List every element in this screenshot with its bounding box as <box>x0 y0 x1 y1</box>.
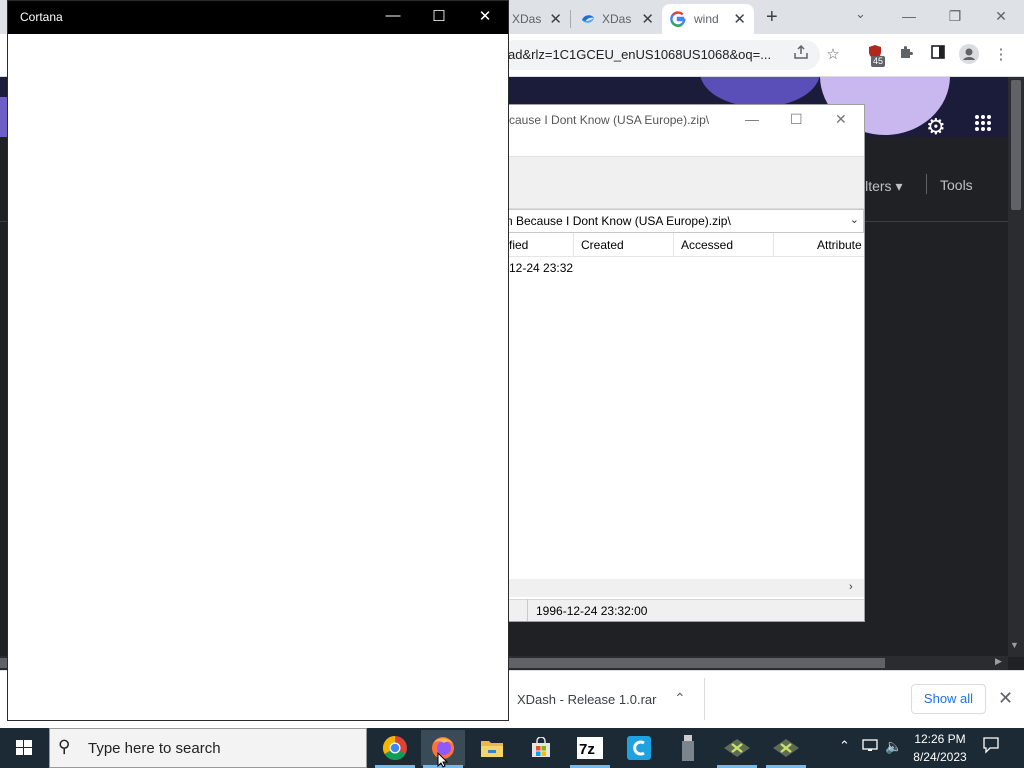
tab-close-icon[interactable]: ✕ <box>549 10 562 28</box>
tab-xdash-1[interactable]: XDas ✕ <box>504 4 570 34</box>
tab-close-icon[interactable]: ✕ <box>641 10 654 28</box>
7zip-horizontal-scrollbar[interactable] <box>501 579 864 597</box>
tab-label: wind <box>694 12 719 26</box>
tab-xdash-2[interactable]: XDas ✕ <box>572 4 662 34</box>
close-downloads-bar-icon[interactable]: ✕ <box>998 688 1013 709</box>
chrome-menu-icon[interactable]: ⋮ <box>990 44 1012 66</box>
column-divider[interactable] <box>773 233 774 257</box>
chrome-close-button[interactable]: ✕ <box>978 4 1024 28</box>
google-apps-icon[interactable] <box>974 114 992 138</box>
taskbar-file-explorer-button[interactable] <box>470 730 514 766</box>
xdash-favicon-icon <box>582 15 594 23</box>
toolbar-divider <box>926 174 927 194</box>
bookmark-star-icon[interactable]: ☆ <box>822 44 844 66</box>
volume-icon[interactable]: 🔈 <box>885 738 902 755</box>
status-divider <box>527 599 528 621</box>
download-file-name[interactable]: XDash - Release 1.0.rar <box>517 692 656 707</box>
side-panel-icon[interactable] <box>927 44 949 66</box>
taskbar-xbox-app-button[interactable] <box>715 730 759 766</box>
chrome-icon <box>382 736 407 761</box>
7zip-window-title: cause I Dont Know (USA Europe).zip\ <box>509 113 710 127</box>
svg-text:7z: 7z <box>579 741 595 758</box>
cortana-window-title: Cortana <box>20 10 63 24</box>
7zip-maximize-button[interactable]: ☐ <box>790 111 803 128</box>
file-explorer-icon <box>481 741 503 757</box>
usb-drive-icon <box>682 735 694 761</box>
cortana-window: Cortana — ☐ ✕ <box>7 0 509 721</box>
profile-avatar-icon[interactable] <box>958 44 980 66</box>
taskbar-7zip-button[interactable]: 7z <box>568 730 612 766</box>
extension-badge: 45 <box>871 56 886 67</box>
7zip-minimize-button[interactable]: — <box>745 111 759 127</box>
tab-close-icon[interactable]: ✕ <box>733 10 746 28</box>
network-icon[interactable] <box>862 738 878 755</box>
7zip-icon: 7z <box>577 737 603 759</box>
tab-label: XDas <box>512 12 542 26</box>
chevron-down-icon[interactable]: ⌄ <box>850 213 859 226</box>
cortana-title-bar[interactable]: Cortana — ☐ ✕ <box>8 1 508 34</box>
column-header-created[interactable]: Created <box>581 238 624 252</box>
cortana-close-button[interactable]: ✕ <box>470 7 500 25</box>
address-bar[interactable]: ad&rlz=1C1GCEU_enUS1068US1068&oq=... <box>500 40 820 70</box>
scroll-right-arrow-icon[interactable]: › <box>849 581 853 593</box>
vertical-scroll-thumb[interactable] <box>1011 80 1021 210</box>
tab-search-chevron-icon[interactable]: ⌄ <box>855 6 866 22</box>
clock-time[interactable]: 12:26 PM <box>912 732 968 746</box>
taskbar-xbox-app-button[interactable] <box>764 730 808 766</box>
7zip-close-button[interactable]: ✕ <box>835 111 847 128</box>
7zip-path-value: n Because I Dont Know (USA Europe).zip\ <box>506 214 731 228</box>
share-icon[interactable] <box>790 44 812 66</box>
download-chevron-icon[interactable]: ⌃ <box>674 690 686 707</box>
cortana-minimize-button[interactable]: — <box>378 7 408 24</box>
action-center-icon[interactable] <box>982 736 1000 759</box>
7zip-menu-bar <box>501 135 864 157</box>
taskbar-chrome-button[interactable] <box>373 730 417 766</box>
google-favicon-icon <box>670 11 686 27</box>
chrome-restore-button[interactable]: ❐ <box>932 4 978 28</box>
7zip-column-headers: fied Created Accessed Attribute <box>501 233 864 257</box>
tab-divider <box>570 10 571 28</box>
taskbar-ccleaner-button[interactable] <box>617 730 661 766</box>
chrome-minimize-button[interactable]: — <box>886 4 932 28</box>
extensions-puzzle-icon[interactable] <box>895 44 917 66</box>
7zip-path-combobox[interactable]: n Because I Dont Know (USA Europe).zip\ … <box>501 209 864 233</box>
taskbar-usb-button[interactable] <box>666 730 710 766</box>
column-header-accessed[interactable]: Accessed <box>681 238 733 252</box>
column-header-attributes[interactable]: Attribute <box>817 238 862 252</box>
new-tab-button[interactable]: + <box>766 6 778 29</box>
tray-overflow-chevron-icon[interactable]: ⌃ <box>839 738 850 754</box>
7zip-file-manager-window: cause I Dont Know (USA Europe).zip\ — ☐ … <box>500 104 865 622</box>
download-divider <box>704 678 705 720</box>
7zip-title-bar[interactable]: cause I Dont Know (USA Europe).zip\ — ☐ … <box>501 105 864 135</box>
xbox-app-icon <box>773 739 799 757</box>
cortana-maximize-button[interactable]: ☐ <box>424 7 454 25</box>
table-row[interactable]: 12-24 23:32 <box>509 261 573 275</box>
start-button[interactable] <box>0 728 48 768</box>
tab-google-search[interactable]: wind ✕ <box>662 4 754 34</box>
scroll-down-arrow-icon[interactable]: ▼ <box>1010 640 1019 650</box>
search-icon: ⚲ <box>58 737 71 756</box>
mouse-cursor-icon <box>437 752 449 768</box>
ccleaner-icon <box>627 736 651 760</box>
tab-label: XDas <box>602 12 632 26</box>
clock-date[interactable]: 8/24/2023 <box>910 750 970 764</box>
search-filters-button[interactable]: ilters ▾ <box>862 178 902 195</box>
search-tools-button[interactable]: Tools <box>940 177 973 193</box>
microsoft-store-icon <box>532 737 550 757</box>
xbox-app-icon <box>724 739 750 757</box>
column-divider[interactable] <box>573 233 574 257</box>
7zip-toolbar <box>501 157 864 209</box>
scroll-right-arrow-icon[interactable]: ▶ <box>995 656 1002 667</box>
column-divider[interactable] <box>673 233 674 257</box>
7zip-status-text: 1996-12-24 23:32:00 <box>536 604 648 618</box>
settings-gear-icon[interactable]: ⚙ <box>926 114 946 140</box>
taskbar-search-placeholder[interactable]: Type here to search <box>88 740 221 757</box>
column-header-modified[interactable]: fied <box>509 238 528 252</box>
taskbar-store-button[interactable] <box>519 730 563 766</box>
windows-logo-icon <box>16 740 32 755</box>
show-all-downloads-button[interactable]: Show all <box>911 684 986 714</box>
